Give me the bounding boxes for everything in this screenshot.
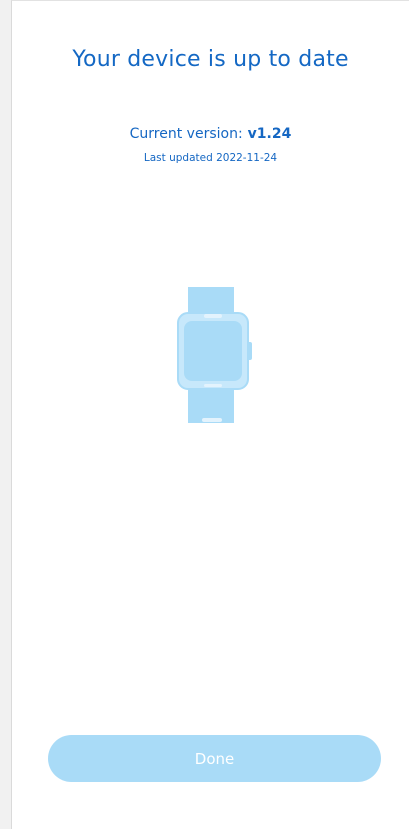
watch-bottom-notch bbox=[204, 384, 222, 387]
last-updated-text: Last updated 2022-11-24 bbox=[143, 152, 278, 164]
page-title: Your device is up to date bbox=[72, 47, 349, 72]
app-frame: Your device is up to date Current versio… bbox=[0, 0, 409, 829]
watch-strap-notch bbox=[202, 418, 222, 422]
watch-top-notch bbox=[204, 314, 222, 318]
smartwatch-icon bbox=[177, 287, 252, 423]
current-version-label: Current version: bbox=[129, 126, 243, 142]
watch-screen bbox=[184, 321, 242, 381]
update-status-screen: Your device is up to date Current versio… bbox=[11, 0, 409, 829]
current-version-line: Current version: v1.24 bbox=[12, 126, 409, 142]
current-version-value: v1.24 bbox=[247, 126, 292, 142]
watch-bottom-strap bbox=[188, 387, 234, 423]
done-button[interactable]: Done bbox=[48, 735, 381, 782]
